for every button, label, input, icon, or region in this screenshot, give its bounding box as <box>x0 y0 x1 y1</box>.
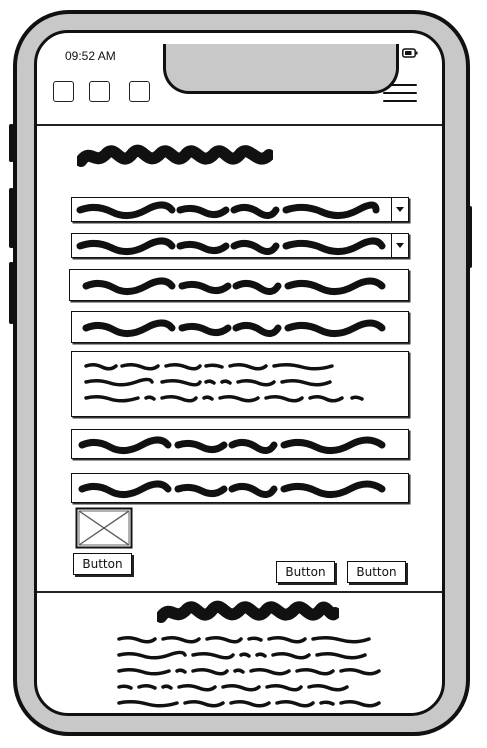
field-placeholder-text <box>78 480 386 498</box>
phone-notch <box>163 44 399 94</box>
left-button[interactable]: Button <box>73 553 132 575</box>
dropdown-field[interactable] <box>71 197 409 222</box>
footer-body-text <box>117 635 381 708</box>
field-placeholder-text <box>78 436 386 454</box>
battery-icon <box>402 47 418 58</box>
text-input[interactable] <box>69 269 409 301</box>
header-divider <box>37 124 442 126</box>
text-input[interactable] <box>71 429 409 459</box>
chevron-down-icon[interactable] <box>391 234 408 257</box>
textarea-field[interactable] <box>71 351 409 417</box>
footer-divider <box>37 591 442 593</box>
page-title <box>77 144 273 167</box>
field-placeholder-text <box>76 237 386 255</box>
text-input[interactable] <box>71 473 409 503</box>
phone-power-button <box>467 206 472 268</box>
square-icon[interactable] <box>53 81 74 102</box>
field-placeholder-text <box>76 201 380 219</box>
footer-heading <box>157 600 339 623</box>
square-icon[interactable] <box>89 81 110 102</box>
right-button-1[interactable]: Button <box>276 561 335 583</box>
phone-side-button <box>9 124 14 162</box>
right-button-2[interactable]: Button <box>347 561 406 583</box>
text-input[interactable] <box>71 311 409 343</box>
status-time: 09:52 AM <box>65 49 116 63</box>
field-placeholder-text <box>82 277 386 295</box>
phone-side-button <box>9 262 14 324</box>
phone-screen: 09:52 AM Button Button Button <box>34 30 445 716</box>
phone-side-button <box>9 188 14 248</box>
chevron-down-icon[interactable] <box>391 198 408 221</box>
square-icon[interactable] <box>129 81 150 102</box>
image-placeholder-icon <box>75 507 133 549</box>
dropdown-field[interactable] <box>71 233 409 258</box>
textarea-placeholder-text <box>84 362 364 403</box>
field-placeholder-text <box>82 319 386 337</box>
